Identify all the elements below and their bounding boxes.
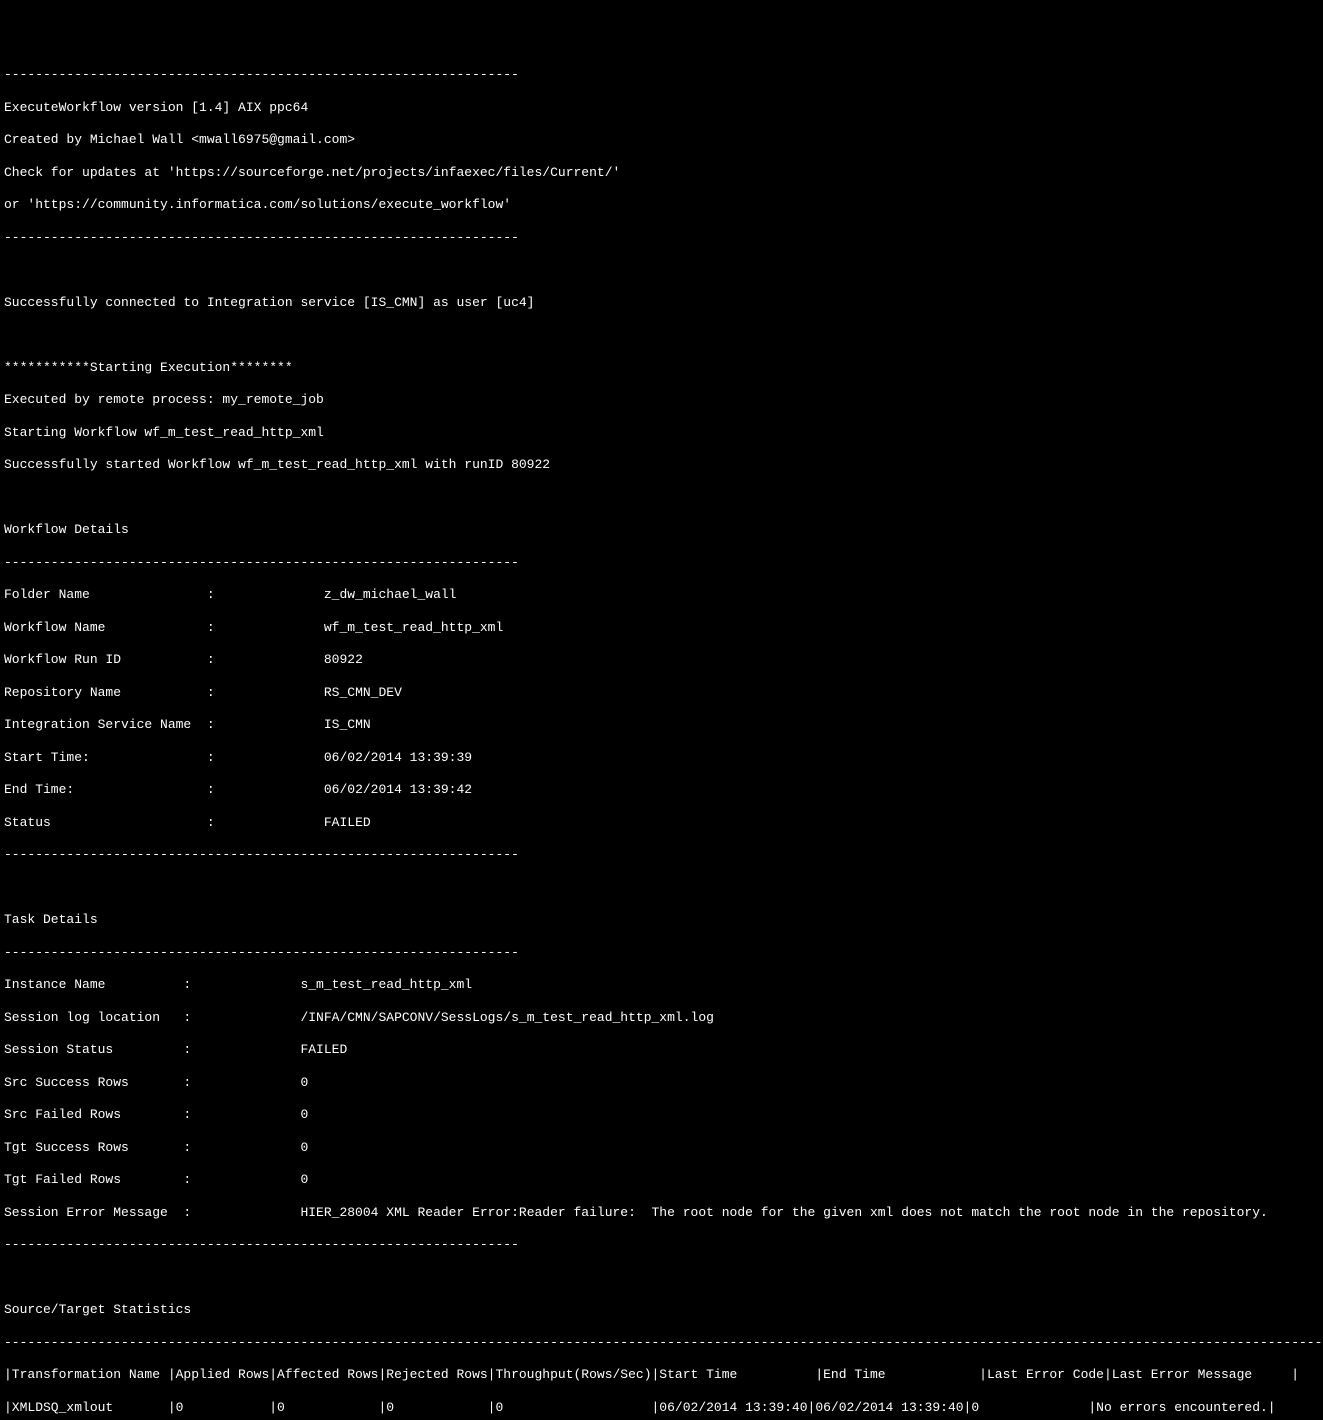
blank bbox=[4, 490, 1319, 506]
workflow-details-title: Workflow Details bbox=[4, 522, 1319, 538]
blank bbox=[4, 262, 1319, 278]
task-details-title: Task Details bbox=[4, 912, 1319, 928]
blank bbox=[4, 1270, 1319, 1286]
task-row: Instance Name : s_m_test_read_http_xml bbox=[4, 977, 1319, 993]
detail-row: Workflow Run ID : 80922 bbox=[4, 652, 1319, 668]
detail-row: Folder Name : z_dw_michael_wall bbox=[4, 587, 1319, 603]
executed-by: Executed by remote process: my_remote_jo… bbox=[4, 392, 1319, 408]
stats-header: |Transformation Name |Applied Rows|Affec… bbox=[4, 1367, 1319, 1383]
detail-row: End Time: : 06/02/2014 13:39:42 bbox=[4, 782, 1319, 798]
detail-row: Repository Name : RS_CMN_DEV bbox=[4, 685, 1319, 701]
task-row: Tgt Success Rows : 0 bbox=[4, 1140, 1319, 1156]
task-row: Session Status : FAILED bbox=[4, 1042, 1319, 1058]
divider: ----------------------------------------… bbox=[4, 847, 1319, 863]
detail-row: Integration Service Name : IS_CMN bbox=[4, 717, 1319, 733]
blank bbox=[4, 327, 1319, 343]
stats-row: |XMLDSQ_xmlout |0 |0 |0 |0 |06/02/2014 1… bbox=[4, 1400, 1319, 1416]
task-row: Src Success Rows : 0 bbox=[4, 1075, 1319, 1091]
starting-workflow: Starting Workflow wf_m_test_read_http_xm… bbox=[4, 425, 1319, 441]
execution-banner: ***********Starting Execution******** bbox=[4, 360, 1319, 376]
divider: ----------------------------------------… bbox=[4, 230, 1319, 246]
divider: ----------------------------------------… bbox=[4, 945, 1319, 961]
blank bbox=[4, 880, 1319, 896]
stats-divider: ----------------------------------------… bbox=[4, 1335, 1319, 1351]
divider: ----------------------------------------… bbox=[4, 67, 1319, 83]
detail-row: Workflow Name : wf_m_test_read_http_xml bbox=[4, 620, 1319, 636]
detail-row: Start Time: : 06/02/2014 13:39:39 bbox=[4, 750, 1319, 766]
task-row: Session Error Message : HIER_28004 XML R… bbox=[4, 1205, 1319, 1221]
success-start: Successfully started Workflow wf_m_test_… bbox=[4, 457, 1319, 473]
check-updates: Check for updates at 'https://sourceforg… bbox=[4, 165, 1319, 181]
alt-url: or 'https://community.informatica.com/so… bbox=[4, 197, 1319, 213]
divider: ----------------------------------------… bbox=[4, 555, 1319, 571]
task-row: Src Failed Rows : 0 bbox=[4, 1107, 1319, 1123]
task-row: Tgt Failed Rows : 0 bbox=[4, 1172, 1319, 1188]
terminal-output: ----------------------------------------… bbox=[4, 67, 1319, 1420]
connection-status: Successfully connected to Integration se… bbox=[4, 295, 1319, 311]
created-by: Created by Michael Wall <mwall6975@gmail… bbox=[4, 132, 1319, 148]
version-line: ExecuteWorkflow version [1.4] AIX ppc64 bbox=[4, 100, 1319, 116]
task-row: Session log location : /INFA/CMN/SAPCONV… bbox=[4, 1010, 1319, 1026]
detail-row: Status : FAILED bbox=[4, 815, 1319, 831]
stats-title: Source/Target Statistics bbox=[4, 1302, 1319, 1318]
divider: ----------------------------------------… bbox=[4, 1237, 1319, 1253]
